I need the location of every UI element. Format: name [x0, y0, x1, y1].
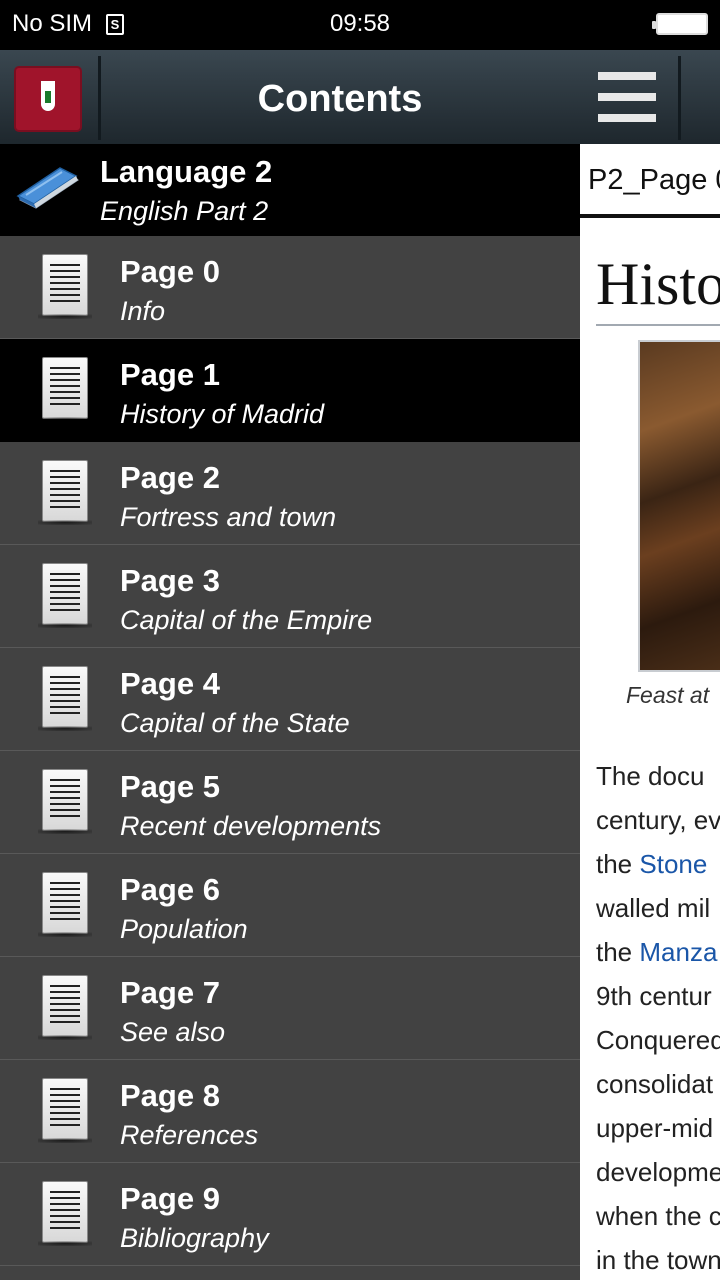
article-body: The docu century, ev the Stone walled mil th… — [596, 754, 720, 1280]
article-text: upper-mid — [596, 1113, 714, 1143]
drawer-title: Contents — [257, 78, 423, 120]
document-icon — [38, 563, 92, 629]
document-icon — [38, 460, 92, 526]
page-item-subtitle: References — [120, 1120, 259, 1150]
page-item-title: Page 6 — [120, 872, 220, 907]
article-text: The docu — [596, 761, 705, 791]
toolbar-divider — [678, 56, 681, 140]
article-heading: Histo — [596, 251, 720, 317]
article-text: in the town — [596, 1245, 720, 1275]
heading-divider — [596, 324, 720, 326]
madrid-coat-of-arms-icon[interactable] — [16, 68, 80, 130]
page-list-item[interactable]: Page 4 Capital of the State — [0, 648, 580, 751]
article-text-line: upper-mid — [596, 1106, 720, 1150]
battery-icon — [652, 13, 708, 35]
page-list: Page 0 Info Page 1 History of Madrid Page 2 F… — [0, 236, 580, 1266]
article-painting-image[interactable] — [638, 340, 720, 672]
article-link[interactable]: Manza — [639, 937, 717, 967]
article-link[interactable]: Stone — [639, 849, 707, 879]
article-text-line: the Stone — [596, 842, 720, 886]
page-item-subtitle: History of Madrid — [120, 399, 325, 429]
document-icon — [38, 1181, 92, 1247]
article-panel: P2_Page 0 Histo Feast at The docu century… — [580, 50, 720, 1280]
page-item-title: Page 1 — [120, 357, 220, 392]
hamburger-menu-icon[interactable] — [598, 72, 656, 122]
page-item-subtitle: Capital of the State — [120, 708, 350, 738]
clock: 09:58 — [329, 10, 391, 37]
article-text: 9th centur — [596, 981, 712, 1011]
page-list-item[interactable]: Page 7 See also — [0, 957, 580, 1060]
language-group-header[interactable]: Language 2 English Part 2 — [0, 144, 580, 236]
page-item-title: Page 2 — [120, 460, 220, 495]
document-icon — [38, 1078, 92, 1144]
article-text-line: The docu — [596, 754, 720, 798]
document-icon — [38, 872, 92, 938]
article-text-line: in the town — [596, 1238, 720, 1280]
article-text: century, ev — [596, 805, 720, 835]
page-item-subtitle: Fortress and town — [120, 502, 337, 532]
page-item-subtitle: See also — [120, 1017, 226, 1047]
page-item-title: Page 5 — [120, 769, 220, 804]
article-text-line: the Manza — [596, 930, 720, 974]
article-text-line: when the c — [596, 1194, 720, 1238]
article-text-line: 9th centur — [596, 974, 720, 1018]
article-text: the — [596, 849, 640, 879]
content-tab-bar: P2_Page 0 — [580, 144, 720, 218]
page-item-title: Page 3 — [120, 563, 220, 598]
page-list-item[interactable]: Page 6 Population — [0, 854, 580, 957]
page-item-title: Page 4 — [120, 666, 220, 701]
page-list-item[interactable]: Page 3 Capital of the Empire — [0, 545, 580, 648]
content-toolbar — [580, 50, 720, 144]
status-bar: No SIM S 09:58 — [0, 0, 720, 50]
group-title: Language 2 — [100, 154, 273, 189]
page-item-title: Page 7 — [120, 975, 220, 1010]
article-text-line: developme — [596, 1150, 720, 1194]
article-text-line: walled mil — [596, 886, 720, 930]
article-text-line: century, ev — [596, 798, 720, 842]
document-icon — [38, 769, 92, 835]
article-text: walled mil — [596, 893, 711, 923]
document-icon — [38, 666, 92, 732]
tab-current-page[interactable]: P2_Page 0 — [588, 164, 720, 197]
page-list-item[interactable]: Page 1 History of Madrid — [0, 339, 580, 442]
document-icon — [38, 975, 92, 1041]
group-subtitle: English Part 2 — [100, 196, 269, 226]
article-text: the — [596, 937, 640, 967]
page-item-subtitle: Bibliography — [120, 1223, 269, 1253]
article-text-line: consolidat — [596, 1062, 720, 1106]
article-text: developme — [596, 1157, 720, 1187]
page-item-title: Page 8 — [120, 1078, 220, 1113]
article-text-line: Conquered — [596, 1018, 720, 1062]
book-icon — [16, 167, 79, 209]
page-item-subtitle: Population — [120, 914, 248, 944]
article-text: consolidat — [596, 1069, 714, 1099]
page-list-item[interactable]: Page 2 Fortress and town — [0, 442, 580, 545]
drawer-header: Contents — [0, 50, 580, 144]
page-item-subtitle: Recent developments — [120, 811, 382, 841]
navigation-drawer: Contents Language 2 English Part 2 Page … — [0, 50, 580, 1280]
image-caption: Feast at — [626, 682, 710, 708]
page-item-subtitle: Info — [120, 296, 166, 326]
page-list-item[interactable]: Page 0 Info — [0, 236, 580, 339]
document-icon — [38, 357, 92, 423]
article-text: when the c — [596, 1201, 720, 1231]
document-icon — [38, 254, 92, 320]
page-list-item[interactable]: Page 9 Bibliography — [0, 1163, 580, 1266]
article-text: Conquered — [596, 1025, 720, 1055]
page-item-title: Page 0 — [120, 254, 220, 289]
page-list-item[interactable]: Page 8 References — [0, 1060, 580, 1163]
page-list-item[interactable]: Page 5 Recent developments — [0, 751, 580, 854]
page-item-subtitle: Capital of the Empire — [120, 605, 373, 635]
page-item-title: Page 9 — [120, 1181, 220, 1216]
